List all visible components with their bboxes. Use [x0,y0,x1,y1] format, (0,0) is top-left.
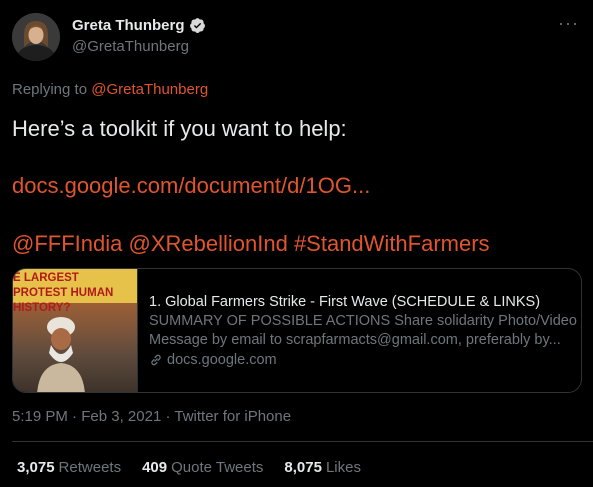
thumbnail-person-image [37,317,85,392]
card-domain-row: docs.google.com [149,350,577,370]
tweet-source[interactable]: Twitter for iPhone [174,408,291,425]
quote-tweets-label: Quote Tweets [171,459,264,476]
separator-dot: · [165,408,171,425]
tweet: Greta Thunberg @GretaThunberg ··· Replyi… [0,0,593,487]
author-name-row[interactable]: Greta Thunberg [72,17,206,34]
retweets-stat[interactable]: 3,075 Retweets [17,459,121,476]
retweets-label: Retweets [58,459,122,476]
card-thumbnail: E LARGEST PROTEST HUMAN HISTORY? [13,269,138,392]
avatar[interactable] [12,13,60,61]
hashtag-link[interactable]: #StandWithFarmers [294,231,490,256]
more-options-icon[interactable]: ··· [558,14,579,32]
link-icon [151,354,161,365]
mention-link[interactable]: @XRebellionInd [128,231,287,256]
divider [12,441,593,442]
card-text: 1. Global Farmers Strike - First Wave (S… [138,269,577,392]
likes-label: Likes [325,459,361,476]
mention-link[interactable]: @FFFIndia [12,231,122,256]
card-description-line: SUMMARY OF POSSIBLE ACTIONS Share solida… [149,312,577,329]
replying-to: Replying to @GretaThunberg [12,81,208,98]
card-description-line: Message by email to scrapfarmacts@gmail.… [149,331,561,348]
document-link[interactable]: docs.google.com/document/d/1OG... [12,173,370,199]
card-domain: docs.google.com [167,351,277,368]
likes-count: 8,075 [284,459,322,476]
tweet-tags: @FFFIndia @XRebellionInd #StandWithFarme… [12,231,490,257]
link-preview-card[interactable]: E LARGEST PROTEST HUMAN HISTORY? 1. Glob… [12,268,582,393]
tweet-text-line: Here’s a toolkit if you want to help: [12,116,347,141]
quote-tweets-count: 409 [142,459,168,476]
verified-badge-icon [189,18,205,33]
avatar-image [12,13,60,61]
quote-tweets-stat[interactable]: 409 Quote Tweets [142,459,263,476]
likes-stat[interactable]: 8,075 Likes [284,459,361,476]
tweet-date[interactable]: Feb 3, 2021 [81,408,161,425]
author-display-name[interactable]: Greta Thunberg [72,17,185,34]
thumbnail-banner-text: E LARGEST PROTEST HUMAN HISTORY? [13,269,137,314]
card-title: 1. Global Farmers Strike - First Wave (S… [149,293,541,310]
author-handle[interactable]: @GretaThunberg [72,38,189,55]
retweets-count: 3,075 [17,459,55,476]
engagement-stats: 3,075 Retweets 409 Quote Tweets 8,075 Likes [17,459,361,476]
tweet-metadata: 5:19 PM · Feb 3, 2021 · Twitter for iPho… [12,408,291,425]
separator-dot: · [72,408,78,425]
tweet-time[interactable]: 5:19 PM [12,408,68,425]
replying-mention-link[interactable]: @GretaThunberg [91,81,208,98]
replying-prefix: Replying to [12,81,88,98]
